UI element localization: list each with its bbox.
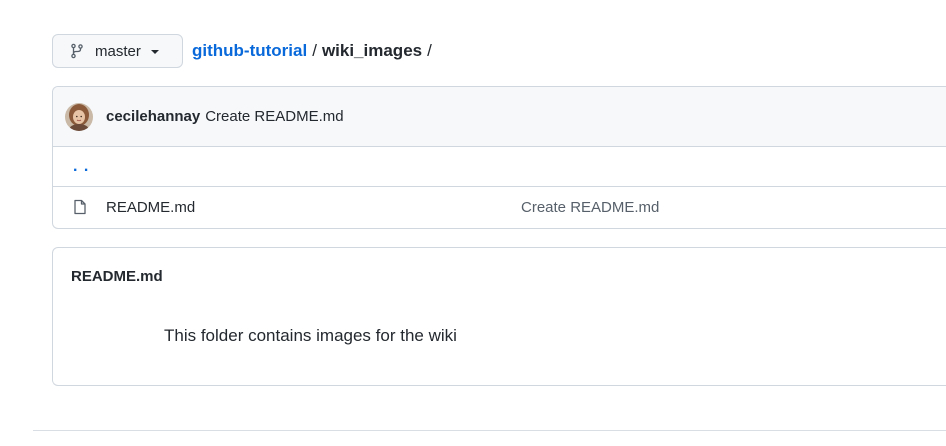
breadcrumb-repo-link[interactable]: github-tutorial	[192, 41, 307, 61]
branch-select-button[interactable]: master	[52, 34, 183, 68]
page: master github-tutorial / wiki_images / c…	[0, 0, 946, 446]
latest-commit-header: cecilehannay Create README.md	[53, 87, 946, 147]
breadcrumb: github-tutorial / wiki_images /	[192, 41, 437, 61]
breadcrumb-separator: /	[427, 41, 432, 60]
breadcrumb-separator: /	[312, 41, 317, 60]
footer-divider	[33, 430, 946, 431]
readme-content: This folder contains images for the wiki	[164, 326, 457, 345]
avatar[interactable]	[65, 102, 93, 131]
file-name-link[interactable]: README.md	[106, 199, 195, 216]
readme-panel: README.md This folder contains images fo…	[52, 247, 946, 386]
caret-down-icon	[150, 50, 159, 54]
file-listing: cecilehannay Create README.md . . README…	[52, 86, 946, 229]
parent-directory-link[interactable]: . .	[73, 158, 89, 176]
file-commit-message-link[interactable]: Create README.md	[521, 199, 659, 216]
commit-message-link[interactable]: Create README.md	[205, 108, 343, 125]
file-icon	[72, 199, 88, 215]
breadcrumb-current-folder: wiki_images	[321, 41, 423, 60]
readme-title[interactable]: README.md	[71, 268, 163, 285]
branch-breadcrumb-row: master github-tutorial / wiki_images /	[52, 33, 437, 69]
branch-name: master	[95, 42, 141, 60]
parent-directory-row[interactable]: . .	[53, 147, 946, 187]
file-row[interactable]: README.md Create README.md	[53, 187, 946, 228]
git-branch-icon	[69, 43, 85, 59]
commit-author-link[interactable]: cecilehannay	[106, 108, 200, 125]
